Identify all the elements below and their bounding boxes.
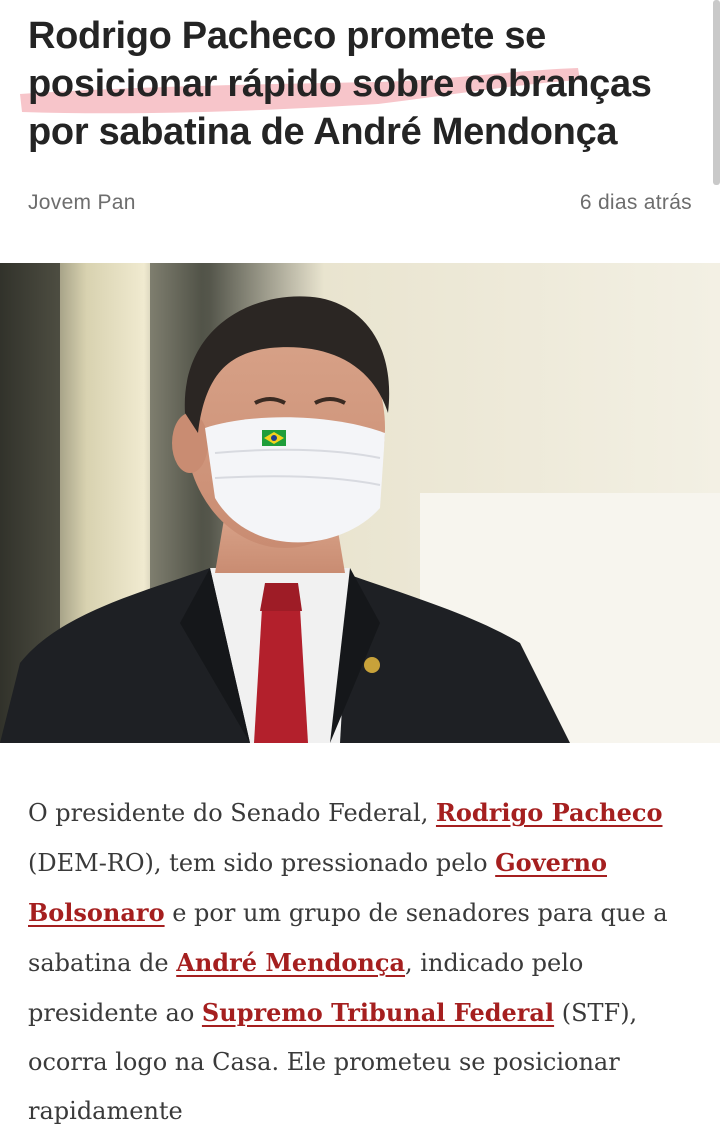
body-text: O presidente do Senado Federal, bbox=[28, 799, 436, 827]
portrait-photo bbox=[0, 263, 720, 743]
link-supremo-tribunal-federal[interactable]: Supremo Tribunal Federal bbox=[202, 998, 554, 1027]
article-body: O presidente do Senado Federal, Rodrigo … bbox=[28, 788, 698, 1136]
publish-time: 6 dias atrás bbox=[579, 191, 692, 214]
article-photo[interactable] bbox=[0, 263, 720, 743]
headline-block: Rodrigo Pacheco promete se posicionar rá… bbox=[20, 12, 698, 156]
body-text: (DEM-RO), tem sido pressionado pelo bbox=[28, 849, 496, 877]
source-name[interactable]: Jovem Pan bbox=[28, 191, 136, 215]
link-rodrigo-pacheco[interactable]: Rodrigo Pacheco bbox=[436, 798, 663, 827]
body-paragraph: O presidente do Senado Federal, Rodrigo … bbox=[28, 788, 698, 1136]
article-meta: Jovem Pan 6 dias atrás bbox=[28, 188, 692, 218]
link-andre-mendonca[interactable]: André Mendonça bbox=[176, 948, 405, 977]
scrollbar[interactable] bbox=[713, 0, 720, 185]
article-title[interactable]: Rodrigo Pacheco promete se posicionar rá… bbox=[28, 12, 698, 156]
